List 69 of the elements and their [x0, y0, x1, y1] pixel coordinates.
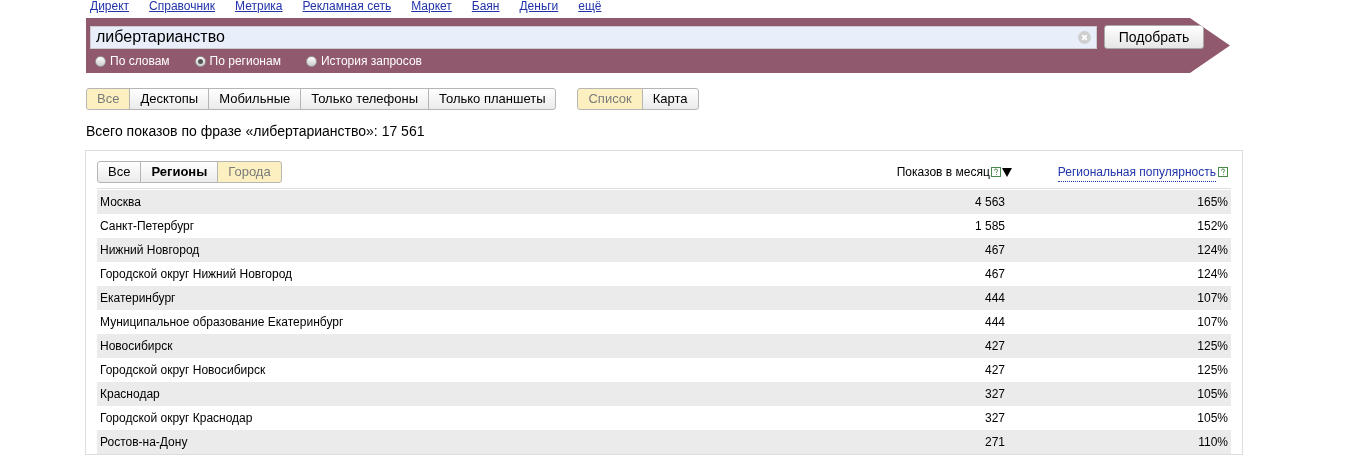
- popularity-value: 165%: [1196, 194, 1229, 211]
- popularity-value: 125%: [1196, 338, 1229, 355]
- search-field[interactable]: либертарианство: [90, 25, 1097, 49]
- region-name: Москва: [99, 194, 142, 211]
- column-header[interactable]: Показов в месяц: [896, 163, 990, 181]
- nav-link[interactable]: Метрика: [235, 0, 283, 12]
- total-shows-text: Всего показов по фразе «либертарианство»: 17 561: [86, 122, 426, 141]
- filter-tab[interactable]: Только телефоны: [300, 88, 429, 110]
- submit-button[interactable]: Подобрать: [1104, 25, 1204, 49]
- shows-count: 1 585: [973, 218, 1005, 235]
- popularity-value: 110%: [1197, 434, 1229, 451]
- filter-tab[interactable]: Мобильные: [208, 88, 302, 110]
- shows-count: 271: [983, 434, 1005, 451]
- shows-count: 327: [983, 386, 1005, 403]
- nav-link[interactable]: Рекламная сеть: [302, 0, 392, 12]
- help-icon[interactable]: [1218, 167, 1228, 177]
- shows-count: 4 563: [973, 194, 1005, 211]
- view-tab[interactable]: Карта: [641, 88, 699, 110]
- popularity-value: 124%: [1196, 266, 1229, 283]
- radio-button[interactable]: [95, 55, 106, 67]
- region-tab[interactable]: Все: [97, 161, 142, 183]
- shows-count: 467: [983, 266, 1005, 283]
- nav-link[interactable]: Директ: [90, 0, 130, 12]
- radio-label: История запросов: [320, 53, 422, 70]
- popularity-value: 152%: [1196, 218, 1229, 235]
- filter-tab[interactable]: Только планшеты: [428, 88, 557, 110]
- region-tab[interactable]: Города: [217, 161, 282, 183]
- region-name: Городской округ Краснодар: [99, 410, 254, 427]
- region-name: Городской округ Нижний Новгород: [99, 266, 294, 283]
- shows-count: 467: [983, 242, 1005, 259]
- nav-link[interactable]: Справочник: [149, 0, 216, 12]
- region-name: Екатеринбург: [99, 290, 177, 307]
- shows-count: 427: [983, 338, 1005, 355]
- region-tab[interactable]: Регионы: [140, 161, 219, 183]
- shows-count: 444: [983, 290, 1005, 307]
- view-tab[interactable]: Список: [577, 88, 643, 110]
- nav-link[interactable]: Деньги: [519, 0, 559, 12]
- region-name: Новосибирск: [99, 338, 174, 355]
- search-query-text: либертарианство: [95, 27, 226, 47]
- nav-link[interactable]: ещё: [578, 0, 602, 12]
- filter-tab[interactable]: Все: [86, 88, 131, 110]
- region-name: Муниципальное образование Екатеринбург: [99, 314, 345, 331]
- radio-button[interactable]: [194, 55, 206, 67]
- nav-link[interactable]: Маркет: [411, 0, 452, 12]
- region-name: Ростов-на-Дону: [99, 434, 189, 451]
- radio-option[interactable]: История запросов: [305, 52, 422, 70]
- shows-count: 427: [983, 362, 1005, 379]
- popularity-value: 125%: [1196, 362, 1229, 379]
- popularity-value: 105%: [1196, 410, 1229, 427]
- popularity-value: 124%: [1196, 242, 1229, 259]
- sort-descending-icon[interactable]: [1001, 167, 1012, 177]
- help-icon[interactable]: [990, 167, 1001, 177]
- nav-link[interactable]: Баян: [471, 0, 500, 12]
- region-name: Санкт-Петербург: [99, 218, 196, 235]
- region-name: Нижний Новгород: [99, 242, 201, 259]
- shows-count: 327: [983, 410, 1005, 427]
- popularity-value: 107%: [1196, 314, 1229, 331]
- shows-count: 444: [983, 314, 1005, 331]
- regional-popularity-link[interactable]: Региональная популярность: [1057, 162, 1216, 182]
- radio-option[interactable]: По регионам: [194, 52, 281, 70]
- radio-option[interactable]: По словам: [95, 52, 170, 70]
- radio-button[interactable]: [305, 55, 317, 67]
- popularity-value: 105%: [1196, 386, 1229, 403]
- region-name: Краснодар: [99, 386, 161, 403]
- radio-label: По словам: [110, 53, 170, 70]
- popularity-value: 107%: [1196, 290, 1229, 307]
- radio-label: По регионам: [209, 53, 281, 70]
- filter-tab[interactable]: Десктопы: [129, 88, 210, 110]
- region-name: Городской округ Новосибирск: [99, 362, 267, 379]
